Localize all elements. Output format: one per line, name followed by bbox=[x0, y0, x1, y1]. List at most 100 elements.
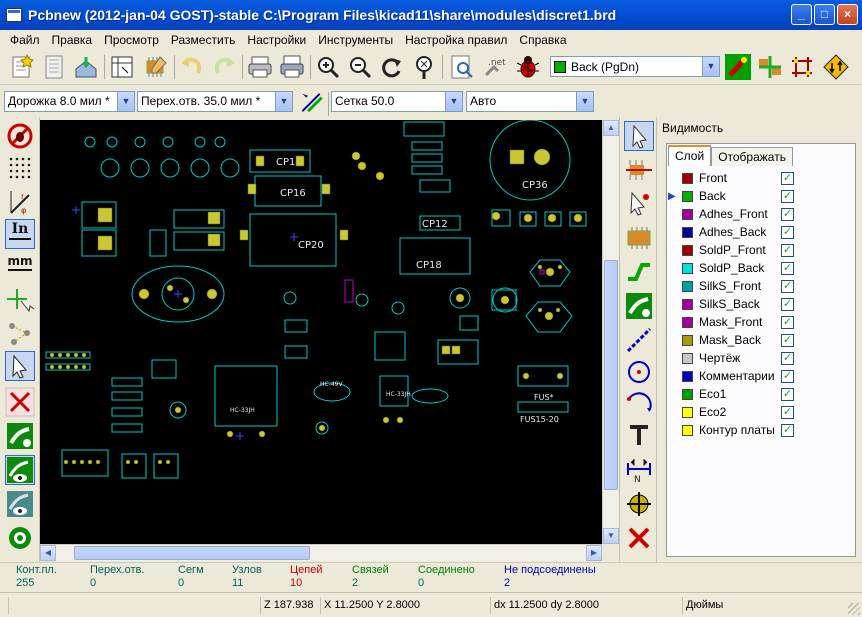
grid-select[interactable]: Сетка 50.0 ▼ bbox=[331, 91, 463, 112]
zoom-out-icon[interactable] bbox=[346, 53, 374, 81]
layer-swatch[interactable] bbox=[682, 298, 693, 310]
layer-row-comments[interactable]: Комментарии ✓ bbox=[668, 367, 854, 385]
module-ratsnest-button[interactable] bbox=[5, 351, 35, 381]
grid-toggle-icon[interactable] bbox=[5, 153, 35, 183]
auto-track-width-icon[interactable] bbox=[298, 88, 326, 115]
layer-checkbox[interactable]: ✓ bbox=[781, 207, 794, 221]
polar-coords-icon[interactable]: rφ bbox=[5, 187, 35, 217]
drc-icon[interactable] bbox=[514, 53, 542, 81]
scroll-up-icon[interactable]: ▲ bbox=[603, 120, 619, 136]
layer-row-edge-cuts[interactable]: Контур платы ✓ bbox=[668, 421, 854, 439]
redraw-icon[interactable] bbox=[378, 53, 406, 81]
layer-row-soldp-back[interactable]: SoldP_Back ✓ bbox=[668, 259, 854, 277]
layer-row-front[interactable]: Front ✓ bbox=[668, 169, 854, 187]
layer-swatch[interactable] bbox=[682, 352, 693, 364]
layer-swatch[interactable] bbox=[682, 334, 693, 346]
save-board-icon[interactable] bbox=[72, 53, 100, 81]
vertical-scroll-thumb[interactable] bbox=[604, 260, 618, 490]
layer-row-silks-back[interactable]: SilkS_Back ✓ bbox=[668, 295, 854, 313]
layer-swatch[interactable] bbox=[682, 244, 693, 256]
board-drawing[interactable]: CP14 CP16 CP20 CP18 CP12 CP36 FUS15-20 F… bbox=[40, 120, 602, 544]
autoroute-icon[interactable] bbox=[788, 53, 816, 81]
layer-swatch[interactable] bbox=[682, 262, 693, 274]
add-zone-icon[interactable] bbox=[624, 291, 654, 321]
add-line-icon[interactable] bbox=[624, 325, 654, 355]
minimize-button[interactable]: _ bbox=[791, 4, 812, 25]
layer-row-soldp-front[interactable]: SoldP_Front ✓ bbox=[668, 241, 854, 259]
page-settings-icon[interactable] bbox=[108, 53, 136, 81]
auto-delete-track-icon[interactable] bbox=[5, 387, 35, 417]
layer-checkbox[interactable]: ✓ bbox=[781, 279, 794, 293]
netlist-icon[interactable]: .net bbox=[480, 53, 508, 81]
chevron-down-icon[interactable]: ▼ bbox=[576, 92, 593, 111]
layer-checkbox[interactable]: ✓ bbox=[781, 225, 794, 239]
menu-file[interactable]: Файл bbox=[4, 33, 46, 47]
add-text-icon[interactable] bbox=[624, 421, 654, 451]
active-layer-select[interactable]: Back (PgDn) ▼ bbox=[550, 56, 720, 77]
layer-checkbox[interactable]: ✓ bbox=[781, 387, 794, 401]
plot-icon[interactable] bbox=[278, 53, 306, 81]
layer-checkbox[interactable]: ✓ bbox=[781, 189, 794, 203]
layer-row-mask-front[interactable]: Mask_Front ✓ bbox=[668, 313, 854, 331]
scroll-left-icon[interactable]: ◀ bbox=[40, 545, 56, 561]
menu-place[interactable]: Разместить bbox=[165, 33, 242, 47]
pad-sketch-icon[interactable] bbox=[5, 489, 35, 519]
zoom-in-icon[interactable] bbox=[314, 53, 342, 81]
open-board-icon[interactable] bbox=[40, 53, 68, 81]
menu-tools[interactable]: Инструменты bbox=[312, 33, 399, 47]
layer-row-mask-back[interactable]: Mask_Back ✓ bbox=[668, 331, 854, 349]
module-editor-icon[interactable] bbox=[142, 53, 170, 81]
layer-swatch[interactable] bbox=[682, 316, 693, 328]
layer-checkbox[interactable]: ✓ bbox=[781, 315, 794, 329]
layer-row-silks-front[interactable]: SilkS_Front ✓ bbox=[668, 277, 854, 295]
layer-checkbox[interactable]: ✓ bbox=[781, 333, 794, 347]
layer-checkbox[interactable]: ✓ bbox=[781, 261, 794, 275]
layer-swatch[interactable] bbox=[682, 388, 693, 400]
layer-swatch[interactable] bbox=[682, 172, 693, 184]
tab-layers[interactable]: Слой bbox=[668, 145, 712, 166]
layer-checkbox[interactable]: ✓ bbox=[781, 171, 794, 185]
layer-row-eco1[interactable]: Eco1 ✓ bbox=[668, 385, 854, 403]
zoom-select[interactable]: Авто ▼ bbox=[466, 91, 594, 112]
layer-row-back[interactable]: ▶ Back ✓ bbox=[668, 187, 854, 205]
autoplace-icon[interactable] bbox=[756, 53, 784, 81]
layer-checkbox[interactable]: ✓ bbox=[781, 243, 794, 257]
layer-row-adhes-front[interactable]: Adhes_Front ✓ bbox=[668, 205, 854, 223]
layer-checkbox[interactable]: ✓ bbox=[781, 405, 794, 419]
menu-view[interactable]: Просмотр bbox=[98, 33, 165, 47]
menu-preferences[interactable]: Настройки bbox=[241, 33, 312, 47]
redo-icon[interactable] bbox=[210, 53, 238, 81]
chevron-down-icon[interactable]: ▼ bbox=[702, 57, 719, 76]
via-size-select[interactable]: Перех.отв. 35.0 мил * ▼ bbox=[137, 91, 293, 112]
maximize-button[interactable]: □ bbox=[814, 4, 835, 25]
add-track-icon[interactable] bbox=[624, 257, 654, 287]
layer-swatch[interactable] bbox=[682, 280, 693, 292]
horizontal-scroll-thumb[interactable] bbox=[74, 546, 310, 560]
layer-swatch[interactable] bbox=[682, 424, 693, 436]
add-dimension-icon[interactable]: N bbox=[624, 455, 654, 485]
layer-swatch[interactable] bbox=[682, 406, 693, 418]
menu-help[interactable]: Справка bbox=[513, 33, 572, 47]
scroll-right-icon[interactable]: ▶ bbox=[586, 545, 602, 561]
chevron-down-icon[interactable]: ▼ bbox=[275, 92, 292, 111]
units-inch-button[interactable]: In bbox=[5, 219, 35, 249]
drc-off-icon[interactable] bbox=[5, 121, 35, 151]
zone-fill-display-icon[interactable] bbox=[5, 421, 35, 451]
via-sketch-icon[interactable] bbox=[5, 523, 35, 553]
delete-tool-icon[interactable] bbox=[624, 523, 654, 553]
zone-outline-button[interactable] bbox=[5, 455, 35, 485]
highlight-net-icon[interactable] bbox=[624, 155, 654, 185]
layer-row-adhes-back[interactable]: Adhes_Back ✓ bbox=[668, 223, 854, 241]
chevron-down-icon[interactable]: ▼ bbox=[117, 92, 134, 111]
layer-swatch[interactable] bbox=[682, 226, 693, 238]
pcb-canvas[interactable]: CP14 CP16 CP20 CP18 CP12 CP36 FUS15-20 F… bbox=[40, 120, 602, 544]
menu-edit[interactable]: Правка bbox=[46, 33, 99, 47]
layer-pair-icon[interactable] bbox=[724, 53, 752, 81]
layer-checkbox[interactable]: ✓ bbox=[781, 423, 794, 437]
menu-design-rules[interactable]: Настройка правил bbox=[399, 33, 513, 47]
resize-grip-icon[interactable] bbox=[848, 603, 860, 615]
horizontal-scrollbar[interactable]: ◀ ▶ bbox=[40, 544, 602, 561]
tab-render[interactable]: Отображать bbox=[711, 147, 793, 166]
units-mm-button[interactable]: mm bbox=[5, 253, 35, 283]
cursor-shape-icon[interactable] bbox=[5, 285, 35, 315]
